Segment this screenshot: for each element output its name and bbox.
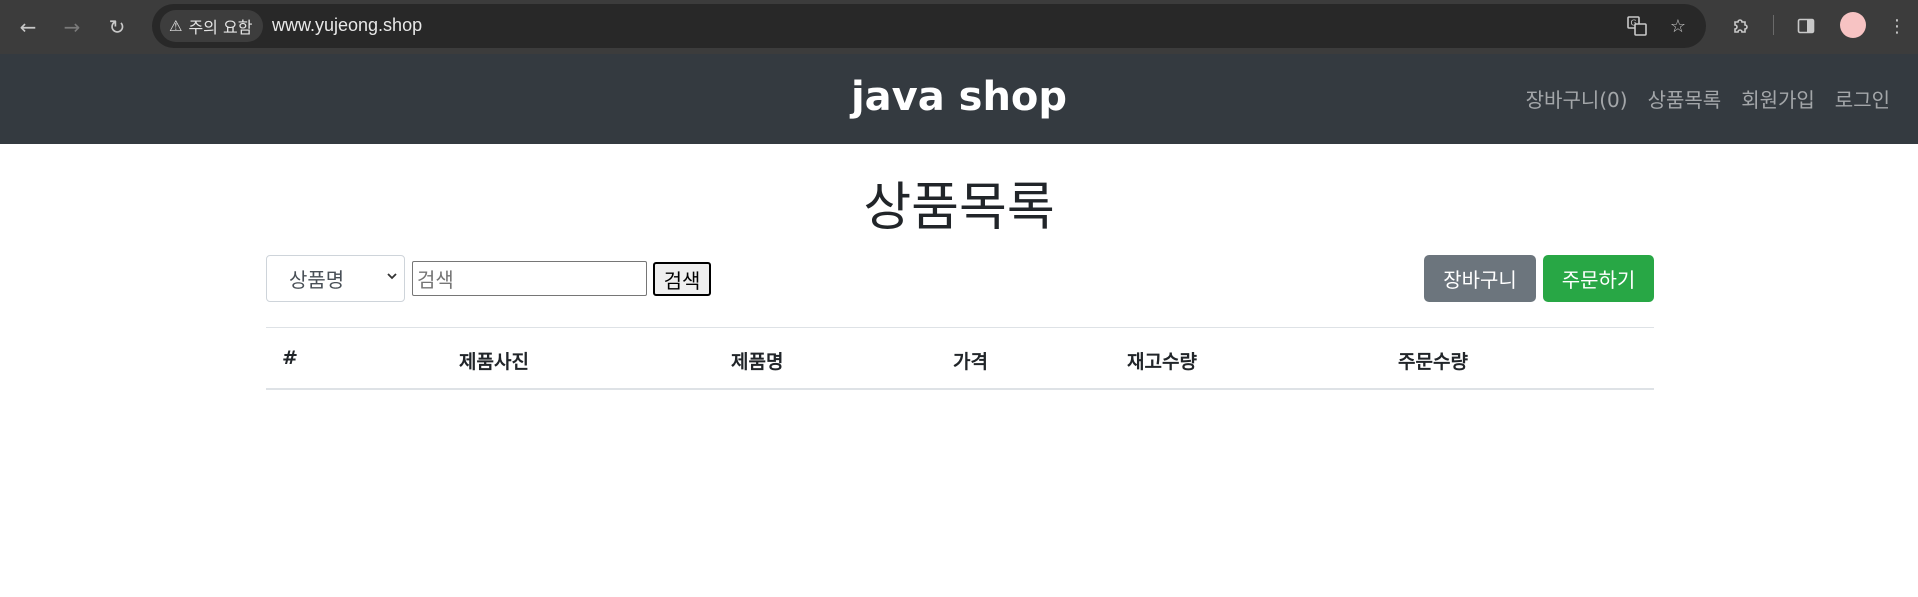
chevron-down-icon bbox=[386, 270, 398, 286]
back-arrow-icon[interactable]: ← bbox=[10, 9, 46, 45]
browser-toolbar: ← → ↻ ⚠ 주의 요함 www.yujeong.shop G ☆ ⋮ bbox=[0, 0, 1918, 54]
profile-avatar[interactable] bbox=[1840, 12, 1866, 38]
cart-button[interactable]: 장바구니 bbox=[1424, 255, 1536, 302]
extensions-puzzle-icon[interactable] bbox=[1727, 12, 1755, 40]
page-title: 상품목록 bbox=[863, 178, 1055, 238]
bookmark-star-icon[interactable]: ☆ bbox=[1664, 12, 1692, 40]
search-button[interactable]: 검색 bbox=[653, 262, 711, 296]
toolbar-divider bbox=[1773, 15, 1774, 35]
nav-link-products[interactable]: 상품목록 bbox=[1648, 84, 1722, 113]
site-navbar: java shop 장바구니(0) 상품목록 회원가입 로그인 bbox=[0, 54, 1918, 144]
reload-icon[interactable]: ↻ bbox=[99, 9, 135, 45]
security-chip[interactable]: ⚠ 주의 요함 bbox=[160, 10, 264, 42]
product-table: # 제품사진 제품명 가격 재고수량 주문수량 bbox=[266, 327, 1654, 390]
nav-link-cart[interactable]: 장바구니(0) bbox=[1526, 84, 1628, 113]
warning-triangle-icon: ⚠ bbox=[169, 17, 183, 35]
nav-link-login[interactable]: 로그인 bbox=[1835, 84, 1890, 113]
forward-arrow-icon[interactable]: → bbox=[54, 9, 90, 45]
side-panel-icon[interactable] bbox=[1792, 12, 1820, 40]
table-header-stock: 재고수량 bbox=[1127, 351, 1197, 373]
kebab-menu-icon[interactable]: ⋮ bbox=[1883, 12, 1911, 40]
table-header-photo: 제품사진 bbox=[459, 351, 529, 373]
url-text[interactable]: www.yujeong.shop bbox=[272, 15, 422, 36]
svg-text:G: G bbox=[1631, 19, 1637, 28]
nav-link-signup[interactable]: 회원가입 bbox=[1741, 84, 1815, 113]
table-header-price: 가격 bbox=[953, 351, 988, 373]
order-button[interactable]: 주문하기 bbox=[1543, 255, 1654, 302]
address-bar[interactable]: ⚠ 주의 요함 www.yujeong.shop G ☆ bbox=[152, 4, 1706, 48]
security-label: 주의 요함 bbox=[188, 18, 253, 37]
nav-links: 장바구니(0) 상품목록 회원가입 로그인 bbox=[1526, 84, 1890, 113]
search-input[interactable]: 검색 bbox=[412, 261, 647, 296]
search-placeholder: 검색 bbox=[417, 268, 454, 292]
search-select-value: 상품명 bbox=[289, 268, 345, 292]
table-header-order-qty: 주문수량 bbox=[1398, 351, 1468, 373]
table-header-number: # bbox=[282, 347, 298, 369]
table-header-name: 제품명 bbox=[731, 351, 784, 373]
translate-icon[interactable]: G bbox=[1623, 12, 1651, 40]
search-field-select[interactable]: 상품명 bbox=[266, 255, 405, 302]
